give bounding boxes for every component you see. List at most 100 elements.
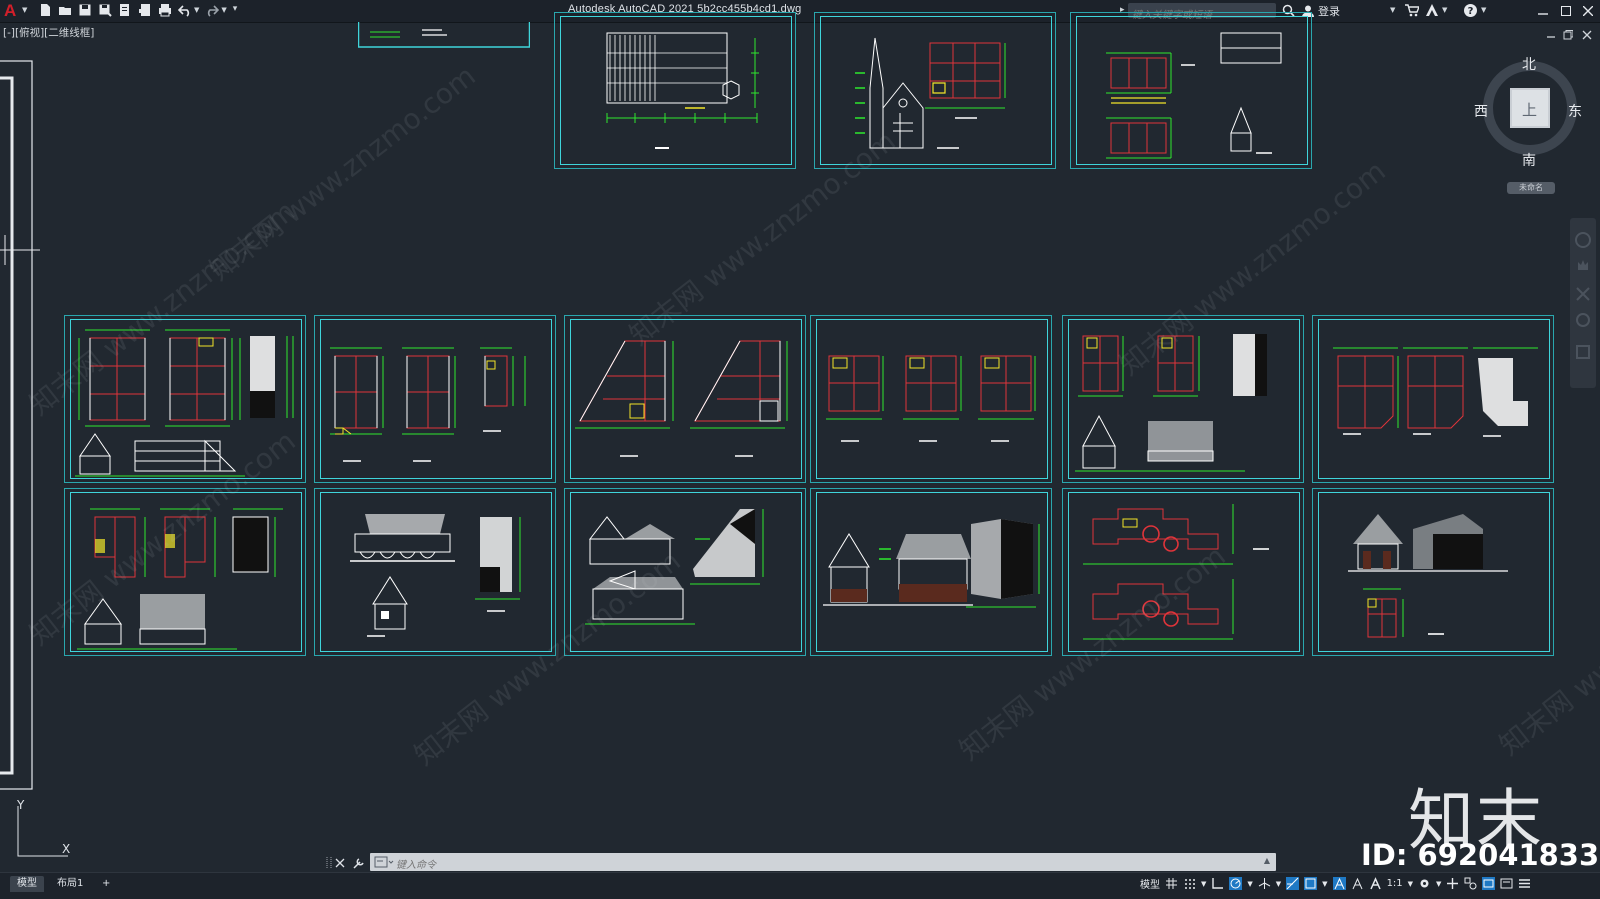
workspace-dropdown-icon[interactable]: ▼: [1436, 880, 1441, 888]
annotation-monitor-icon[interactable]: [1446, 877, 1459, 890]
tab-model[interactable]: 模型: [10, 876, 44, 892]
sheet-drawing: [1348, 514, 1508, 638]
sheet-drawing: [350, 514, 521, 637]
drawing-canvas[interactable]: 知末网 www.znzmo.com 知末网 www.znzmo.com 知末网 …: [0, 12, 1600, 872]
object-snap-tracking-icon[interactable]: [1286, 877, 1300, 890]
brand-id-text: ID: 692041833: [1361, 838, 1600, 872]
graphics-performance-icon[interactable]: [1482, 877, 1496, 890]
drawing-sheet-r1-c4[interactable]: [810, 315, 1052, 483]
sheet-drawing: [823, 519, 1040, 608]
drawing-sheet-r1-c3[interactable]: [564, 315, 806, 483]
viewcube-face-top[interactable]: 上: [1522, 99, 1537, 120]
save-web-icon[interactable]: [138, 3, 152, 17]
sign-in-label: 登录: [1318, 5, 1340, 18]
add-layout-button[interactable]: +: [95, 876, 117, 892]
help-dropdown-icon[interactable]: ▼: [1481, 6, 1486, 14]
drawing-sheet-r2-c4[interactable]: [810, 488, 1052, 656]
command-grip-icon[interactable]: [325, 856, 333, 870]
save-icon[interactable]: [78, 3, 92, 17]
customization-menu-icon[interactable]: [1518, 877, 1531, 890]
orbit-icon[interactable]: [1576, 313, 1590, 327]
restore-icon: [1561, 6, 1571, 16]
drawing-sheet-top-3[interactable]: [1070, 12, 1312, 169]
model-space-button[interactable]: 模型: [1140, 876, 1160, 891]
close-icon: [1583, 6, 1593, 16]
compass-south[interactable]: 南: [1522, 150, 1536, 170]
floor-plan-drawing: [606, 32, 759, 149]
snap-dropdown-icon[interactable]: ▼: [1201, 880, 1206, 888]
ucs-menu[interactable]: 未命名: [1507, 182, 1555, 194]
drawing-sheet-partial: [358, 22, 530, 48]
annotation-visibility-icon[interactable]: [1332, 877, 1346, 890]
auto-scale-icon[interactable]: [1351, 877, 1364, 890]
zoom-icon[interactable]: [1576, 287, 1590, 301]
isolate-objects-icon[interactable]: [1464, 877, 1477, 890]
app-menu-dropdown-icon[interactable]: ▼: [22, 6, 27, 14]
floor-plans-and-elevation-drawing: [1106, 32, 1282, 159]
scale-dropdown-icon[interactable]: ▼: [1408, 880, 1413, 888]
sheet-drawing: [330, 347, 526, 462]
drawing-sheet-top-1[interactable]: [554, 12, 796, 169]
ortho-icon[interactable]: [1211, 877, 1224, 890]
isodraft-dropdown-icon[interactable]: ▼: [1276, 880, 1281, 888]
drawing-sheet-r1-c6[interactable]: [1312, 315, 1554, 483]
drawing-sheet-r1-c2[interactable]: [314, 315, 556, 483]
ucs-x-label: X: [62, 842, 71, 856]
isodraft-icon[interactable]: [1258, 877, 1271, 890]
customize-qat-icon[interactable]: ▾: [233, 4, 238, 17]
watermark-text: 知末网 www.znzmo.com: [203, 59, 482, 287]
osnap-dropdown-icon[interactable]: ▼: [1322, 880, 1327, 888]
clean-screen-icon[interactable]: [1500, 877, 1513, 890]
svg-text:?: ?: [1468, 6, 1474, 17]
app-menu-button[interactable]: A: [4, 1, 16, 21]
polar-tracking-icon[interactable]: [1229, 877, 1243, 890]
plot-icon[interactable]: [158, 3, 172, 17]
minimize-button[interactable]: [1532, 1, 1554, 21]
compass-north[interactable]: 北: [1522, 54, 1536, 74]
drawing-sheet-r2-c2[interactable]: [314, 488, 556, 656]
steering-wheel-icon[interactable]: [1575, 232, 1591, 248]
cart-icon[interactable]: [1405, 4, 1419, 17]
open-file-icon[interactable]: [58, 3, 72, 17]
sheet-drawing: [826, 355, 1036, 442]
tab-layout1[interactable]: 布局1: [50, 876, 90, 892]
navigation-bar: [1570, 218, 1596, 388]
compass-west[interactable]: 西: [1474, 101, 1488, 121]
command-prompt-icon[interactable]: [374, 856, 394, 868]
workspace-gear-icon[interactable]: [1418, 877, 1431, 890]
save-as-icon[interactable]: [98, 3, 112, 17]
sign-in-dropdown-icon[interactable]: ▼: [1390, 6, 1395, 14]
a360-dropdown-icon[interactable]: ▼: [1442, 6, 1447, 14]
partial-drawing-frame: [0, 60, 40, 790]
drawing-sheet-r2-c6[interactable]: [1312, 488, 1554, 656]
annotation-scale-icon[interactable]: [1369, 877, 1382, 890]
redo-icon[interactable]: [205, 3, 220, 17]
object-snap-icon[interactable]: [1304, 877, 1318, 890]
snap-mode-icon[interactable]: [1183, 877, 1196, 890]
navigation-tools: [1575, 232, 1591, 359]
close-button[interactable]: [1577, 1, 1599, 21]
undo-icon[interactable]: [178, 3, 192, 17]
grid-icon[interactable]: [1165, 877, 1178, 890]
command-customize-icon[interactable]: [352, 857, 365, 870]
sheet-drawing: [1333, 347, 1538, 437]
ucs-y-label: Y: [17, 798, 25, 812]
command-close-icon[interactable]: [335, 858, 345, 868]
restore-button[interactable]: [1555, 1, 1577, 21]
compass-east[interactable]: 东: [1568, 101, 1582, 121]
command-history-icon[interactable]: ▲: [1264, 856, 1270, 865]
undo-dropdown-icon[interactable]: ▼: [194, 6, 199, 17]
sheet-drawing: [575, 340, 788, 457]
redo-dropdown-icon[interactable]: ▼: [221, 6, 226, 17]
new-file-icon[interactable]: [38, 3, 52, 17]
open-web-icon[interactable]: [118, 3, 132, 17]
annotation-scale-value[interactable]: 1:1: [1387, 878, 1403, 889]
showmotion-icon[interactable]: [1576, 345, 1590, 359]
title-bar: A ▼ ▼ ▼ ▾ Autodesk AutoCAD 2021 5b2cc455…: [0, 0, 1600, 23]
command-line[interactable]: ▲: [370, 853, 1276, 875]
autodesk-a360-icon[interactable]: [1425, 3, 1439, 17]
help-icon[interactable]: ?: [1463, 3, 1478, 18]
pan-icon[interactable]: [1578, 260, 1588, 270]
minimize-icon: [1538, 13, 1548, 15]
polar-dropdown-icon[interactable]: ▼: [1247, 880, 1252, 888]
